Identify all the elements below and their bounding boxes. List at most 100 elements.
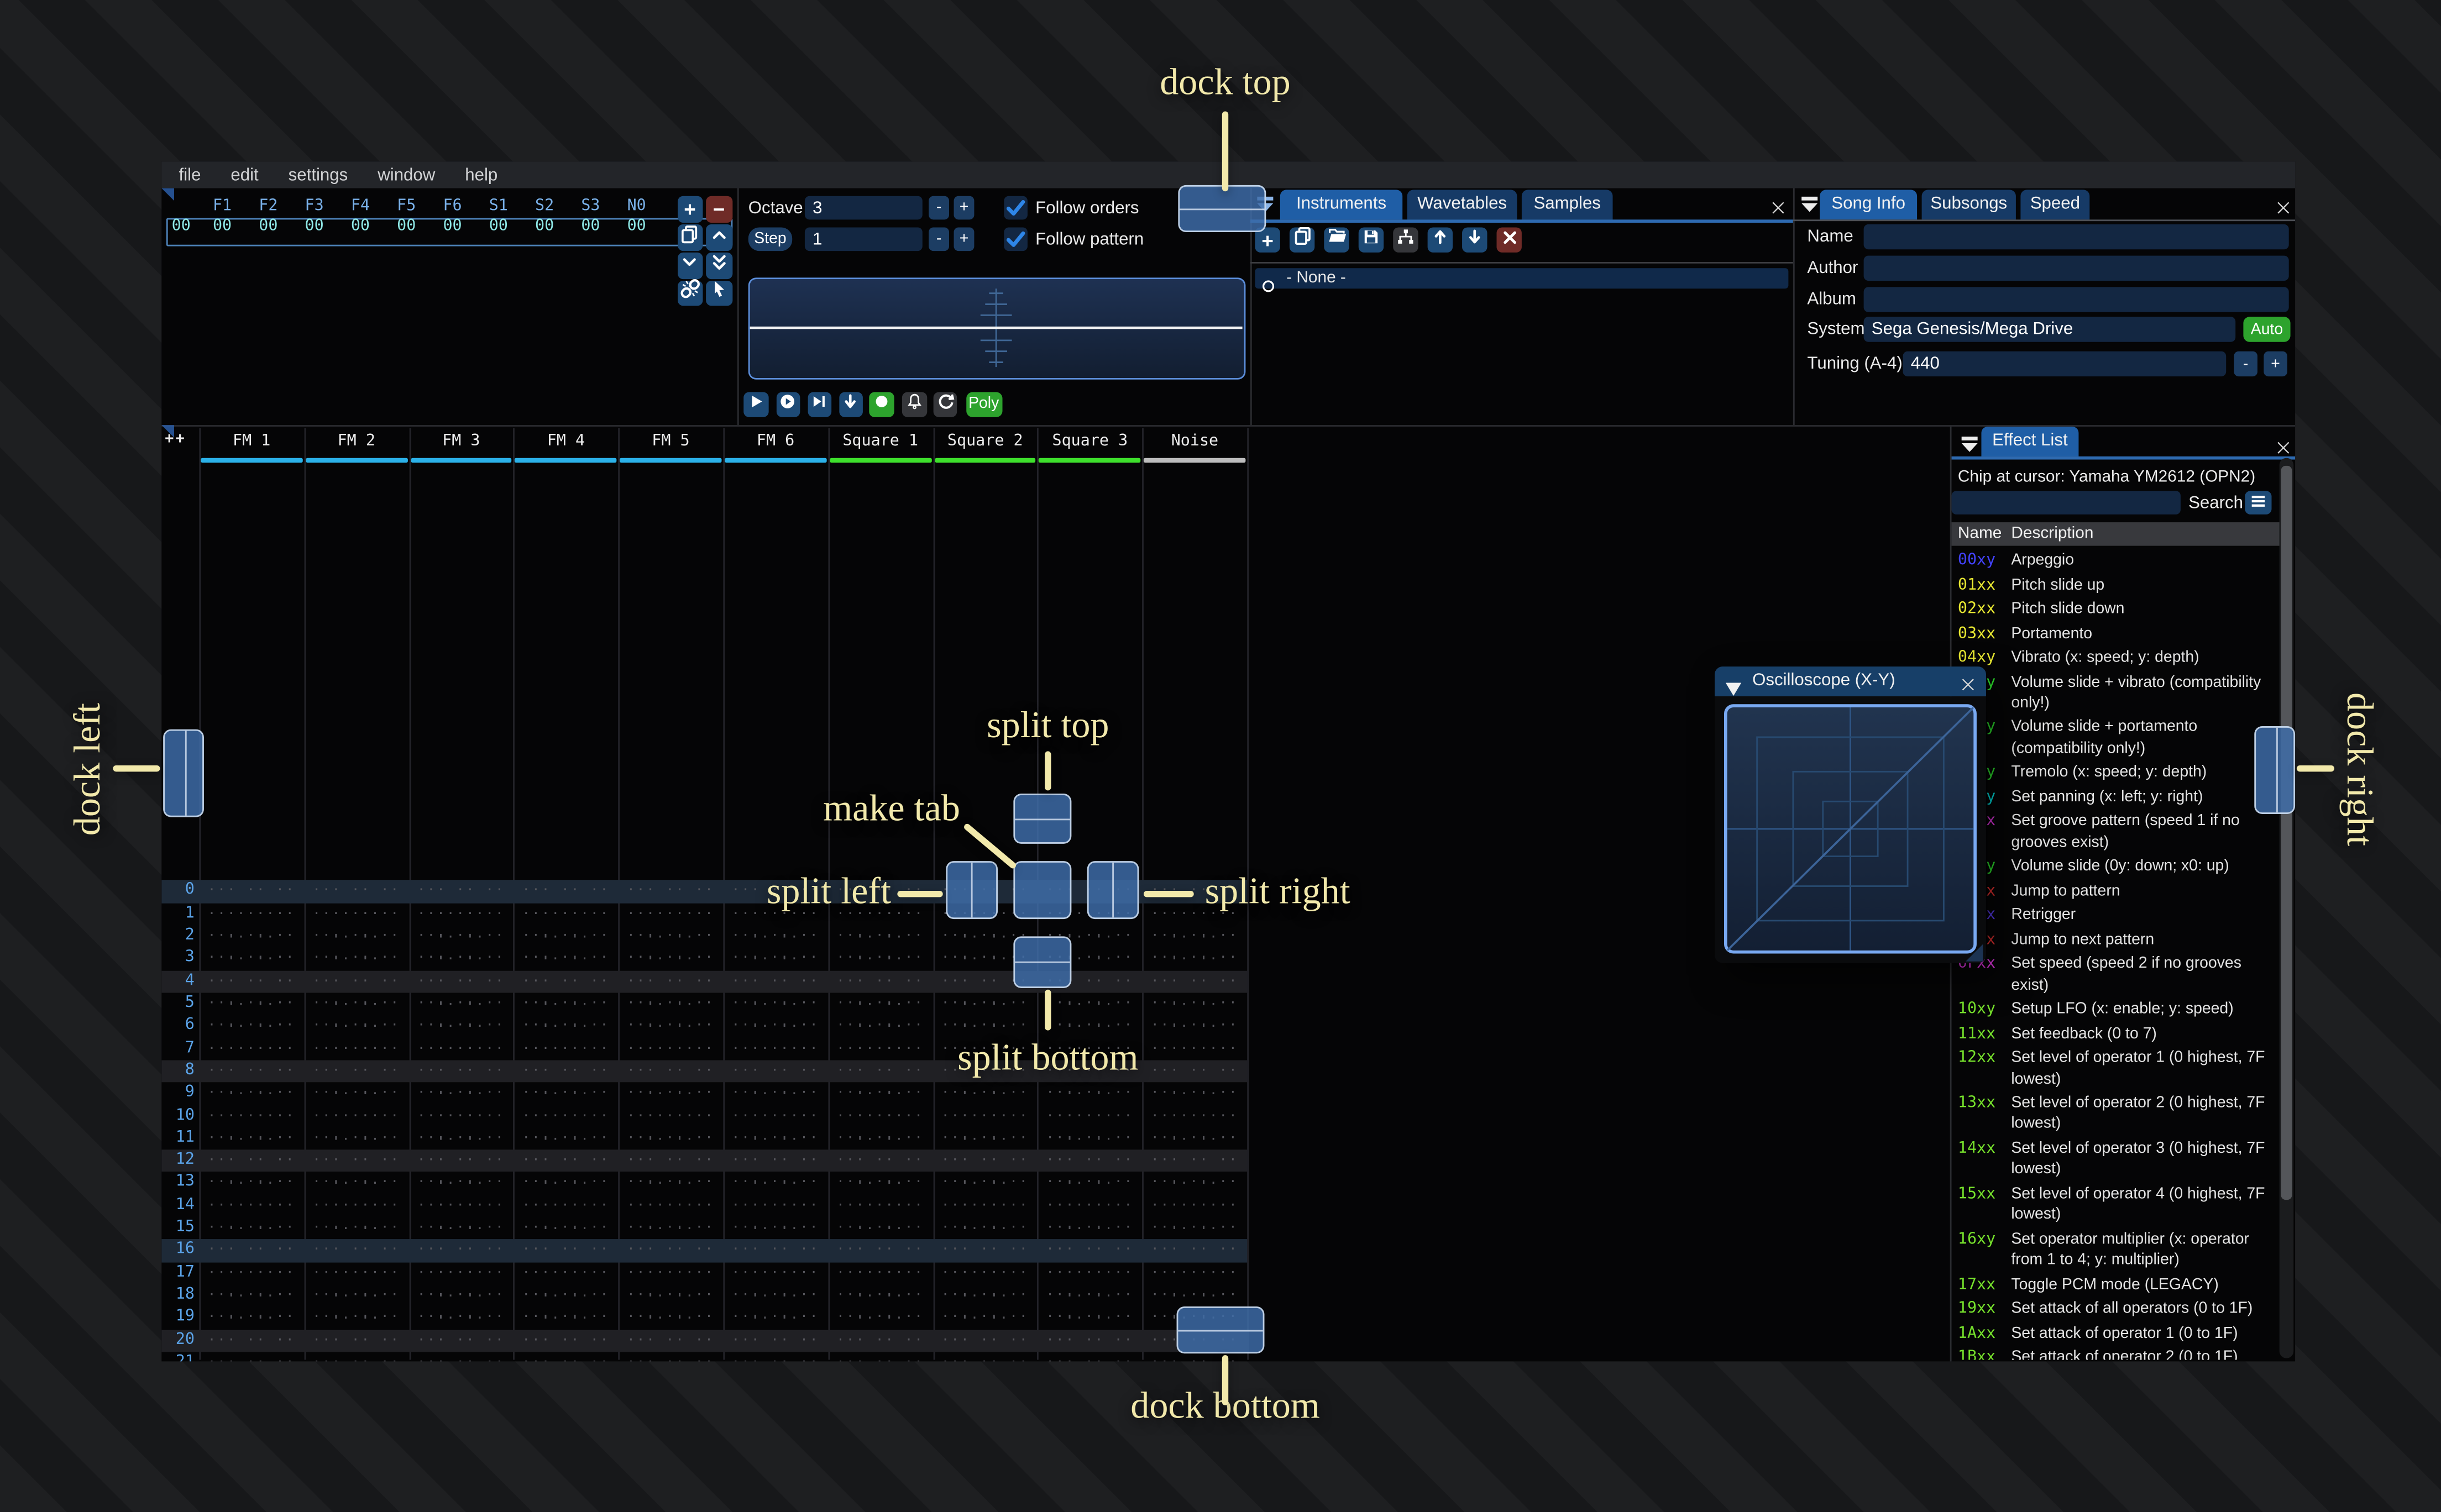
pattern-cell[interactable]: ··· ·· ·· ·· ·· — [1143, 1195, 1248, 1237]
pattern-cell[interactable]: ··· ·· ·· ·· ·· — [514, 925, 619, 968]
pattern-cell[interactable]: ··· ·· ·· ·· ·· — [514, 1262, 619, 1305]
pattern-cell[interactable]: ··· ·· ·· ·· ·· — [1143, 993, 1248, 1035]
pattern-cell[interactable]: ··· ·· ·· ·· ·· — [828, 948, 933, 990]
tab-samples[interactable]: Samples — [1521, 190, 1613, 220]
order-cell-0[interactable]: 00 — [199, 218, 245, 244]
collapse-panel-icon[interactable] — [1960, 434, 1980, 455]
step-increase-button[interactable]: + — [954, 227, 975, 251]
pattern-cell[interactable]: ··· ·· ·· ·· ·· — [304, 1083, 409, 1125]
dock-target-right[interactable] — [2254, 726, 2296, 814]
pattern-cell[interactable]: ··· ·· ·· ·· ·· — [514, 903, 619, 945]
pattern-cell[interactable]: ··· ·· ·· ·· ·· — [304, 948, 409, 990]
pattern-cell[interactable]: ··· ·· ·· ·· ·· — [1143, 1172, 1248, 1215]
pattern-cell[interactable]: ··· ·· ·· ·· ·· — [304, 1352, 409, 1361]
pattern-cell[interactable]: ··· ·· ·· ·· ·· — [619, 1060, 724, 1102]
step-input[interactable]: 1 — [804, 227, 923, 251]
pattern-cell[interactable]: ··· ·· ·· ·· ·· — [304, 1060, 409, 1102]
menu-item-help[interactable]: help — [465, 165, 497, 184]
pattern-cell[interactable]: ··· ·· ·· ·· ·· — [933, 1240, 1038, 1282]
pattern-cell[interactable]: ··· ·· ·· ·· ·· — [933, 1150, 1038, 1192]
pattern-cell[interactable]: ··· ·· ·· ·· ·· — [1038, 1240, 1143, 1282]
pattern-cell[interactable]: ··· ·· ·· ·· ·· — [1143, 1127, 1248, 1170]
pattern-cell[interactable]: ··· ·· ·· ·· ·· — [619, 1240, 724, 1282]
pattern-cell[interactable]: ··· ·· ·· ·· ·· — [619, 1150, 724, 1192]
pattern-cell[interactable]: ··· ·· ·· ·· ·· — [409, 880, 514, 923]
pattern-cell[interactable]: ··· ·· ·· ·· ·· — [514, 1307, 619, 1350]
order-change-mode-button[interactable] — [706, 280, 732, 306]
pattern-cell[interactable]: ··· ·· ·· ·· ·· — [199, 1307, 304, 1350]
dock-target-left[interactable] — [163, 729, 204, 817]
oscilloscope-xy-titlebar[interactable]: Oscilloscope (X-Y) — [1714, 666, 1986, 697]
orders-channel-0[interactable]: F1 — [199, 198, 245, 215]
pattern-cell[interactable]: ··· ·· ·· ·· ·· — [619, 925, 724, 968]
menu-item-window[interactable]: window — [378, 165, 435, 184]
tab-song-info[interactable]: Song Info — [1820, 190, 1918, 220]
move-instrument-down-button[interactable] — [1462, 227, 1487, 253]
effect-row-00xy[interactable]: 00xy Arpeggio — [1958, 550, 2273, 571]
pattern-cell[interactable]: ··· ·· ·· ·· ·· — [409, 1150, 514, 1192]
effect-row-0Bxx[interactable]: 0BxxJump to pattern — [1958, 881, 2273, 902]
tuning-input[interactable]: 440 — [1903, 351, 2227, 377]
pattern-cell[interactable]: ··· ·· ·· ·· ·· — [723, 1195, 828, 1237]
pattern-cell[interactable]: ··· ·· ·· ·· ·· — [723, 948, 828, 990]
scrollbar-track[interactable] — [2279, 458, 2294, 1358]
pattern-cell[interactable]: ··· ·· ·· ·· ·· — [304, 970, 409, 1012]
effect-row-19xx[interactable]: 19xx Set attack of all operators (0 to 1F… — [1958, 1299, 2273, 1320]
pattern-cell[interactable]: ··· ·· ·· ·· ·· — [409, 1330, 514, 1361]
pattern-cell[interactable]: ··· ·· ·· ·· ·· — [409, 1037, 514, 1080]
pattern-cell[interactable]: ··· ·· ·· ·· ·· — [304, 1330, 409, 1361]
xy-scope-display[interactable] — [1724, 704, 1977, 954]
pattern-cell[interactable]: ··· ·· ·· ·· ·· — [1038, 1015, 1143, 1058]
duplicate-instrument-button[interactable] — [1289, 227, 1315, 253]
pattern-cell[interactable]: ··· ·· ·· ·· ·· — [619, 948, 724, 990]
pattern-cell[interactable]: ··· ·· ·· ·· ·· — [304, 1307, 409, 1350]
channel-header-2[interactable]: FM 3 — [409, 433, 514, 450]
pattern-cell[interactable]: ··· ·· ·· ·· ·· — [1038, 1195, 1143, 1237]
pattern-cell[interactable]: ··· ·· ·· ·· ·· — [1038, 1127, 1143, 1170]
effect-row-07xy[interactable]: 07xyTremolo (x: speed; y: depth) — [1958, 763, 2273, 784]
pattern-cell[interactable]: ··· ·· ·· ·· ·· — [1143, 970, 1248, 1012]
pattern-cell[interactable]: ··· ·· ·· ·· ·· — [723, 1060, 828, 1102]
dock-target-split-right[interactable] — [1087, 861, 1139, 920]
channel-header-6[interactable]: Square 1 — [828, 433, 933, 450]
tab-effect-list[interactable]: Effect List — [1981, 426, 2079, 456]
pattern-cell[interactable]: ··· ·· ·· ·· ·· — [304, 1105, 409, 1147]
pattern-cell[interactable]: ··· ·· ·· ·· ·· — [933, 1217, 1038, 1259]
dock-target-split-bottom[interactable] — [1012, 935, 1072, 988]
pattern-cell[interactable]: ··· ·· ·· ·· ·· — [723, 1240, 828, 1282]
pattern-cell[interactable]: ··· ·· ·· ·· ·· — [304, 1284, 409, 1327]
pattern-cell[interactable]: ··· ·· ·· ·· ·· — [828, 1060, 933, 1102]
tuning-increase-button[interactable]: + — [2264, 351, 2287, 377]
pattern-cell[interactable]: ··· ·· ·· ·· ·· — [409, 1352, 514, 1361]
play-button[interactable] — [743, 392, 768, 417]
pattern-cell[interactable]: ··· ·· ·· ·· ·· — [514, 1083, 619, 1125]
pattern-cell[interactable]: ··· ·· ·· ·· ·· — [1143, 1217, 1248, 1259]
delete-instrument-button[interactable] — [1496, 227, 1522, 253]
pattern-cell[interactable]: ··· ·· ·· ·· ·· — [933, 1105, 1038, 1147]
pattern-cell[interactable]: ··· ·· ·· ·· ·· — [304, 1015, 409, 1058]
oscilloscope-xy-window[interactable]: Oscilloscope (X-Y) — [1714, 666, 1986, 963]
effect-table-header[interactable]: Name Description — [1951, 522, 2280, 546]
order-cell-6[interactable]: 00 — [475, 218, 521, 244]
effect-row-0Cxx[interactable]: 0CxxRetrigger — [1958, 905, 2273, 926]
pattern-cell[interactable]: ··· ·· ·· ·· ·· — [409, 1083, 514, 1125]
pattern-cell[interactable]: ··· ·· ·· ·· ·· — [199, 1195, 304, 1237]
channel-header-1[interactable]: FM 2 — [304, 433, 409, 450]
pattern-cell[interactable]: ··· ·· ·· ·· ·· — [828, 970, 933, 1012]
column-name[interactable]: Name — [1958, 524, 2002, 543]
poly-toggle-button[interactable]: Poly — [966, 392, 1002, 417]
channel-header-9[interactable]: Noise — [1143, 433, 1248, 450]
pattern-cell[interactable]: ··· ·· ·· ·· ·· — [1143, 1240, 1248, 1282]
pattern-cell[interactable]: ··· ·· ·· ·· ·· — [723, 1352, 828, 1361]
pattern-cell[interactable]: ··· ·· ·· ·· ·· — [619, 1127, 724, 1170]
channel-header-3[interactable]: FM 4 — [514, 433, 619, 450]
pattern-cell[interactable]: ··· ·· ·· ·· ·· — [723, 1262, 828, 1305]
pattern-cell[interactable]: ··· ·· ·· ·· ·· — [199, 1127, 304, 1170]
effect-row-06xy[interactable]: 06xyVolume slide + portamento (compatibi… — [1958, 717, 2273, 759]
pattern-cell[interactable]: ··· ·· ·· ·· ·· — [1143, 1015, 1248, 1058]
dock-target-split-left[interactable] — [945, 861, 997, 920]
pattern-cell[interactable]: ··· ·· ·· ·· ·· — [828, 1262, 933, 1305]
pattern-cell[interactable]: ··· ·· ·· ·· ·· — [409, 1015, 514, 1058]
orders-channel-9[interactable]: N0 — [614, 198, 659, 215]
pattern-cell[interactable]: ··· ·· ·· ·· ·· — [199, 903, 304, 945]
